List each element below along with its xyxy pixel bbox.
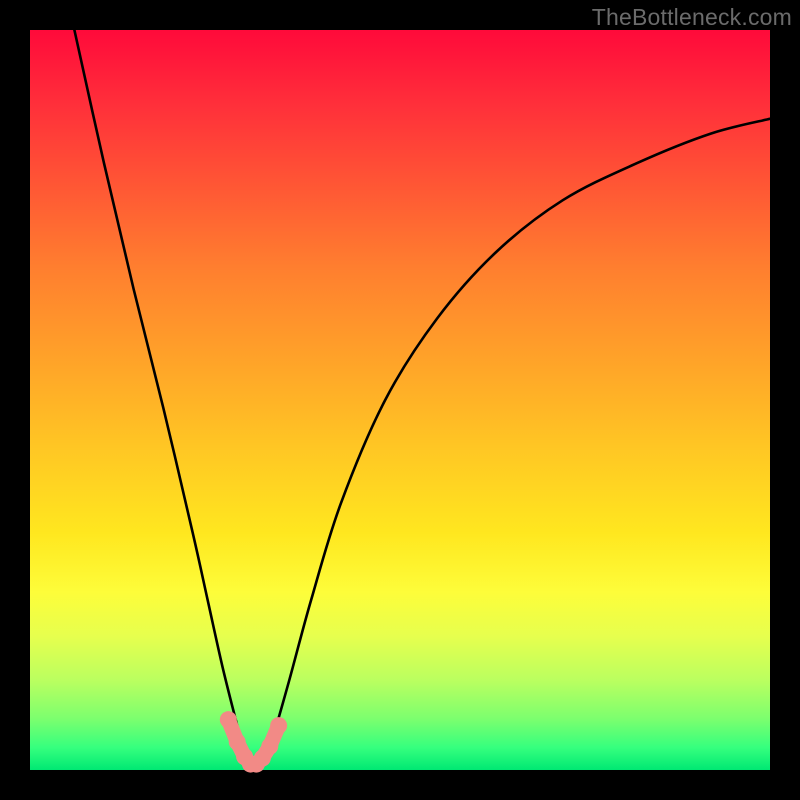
watermark-text: TheBottleneck.com (592, 4, 792, 31)
chart-frame: TheBottleneck.com (0, 0, 800, 800)
marker-dot (220, 711, 237, 728)
dip-markers (220, 711, 287, 772)
chart-svg (30, 30, 770, 770)
bottleneck-curve (74, 30, 770, 768)
marker-dot (261, 738, 278, 755)
marker-dot (229, 733, 246, 750)
marker-dot (270, 717, 287, 734)
curve-path (74, 30, 770, 768)
plot-area (30, 30, 770, 770)
